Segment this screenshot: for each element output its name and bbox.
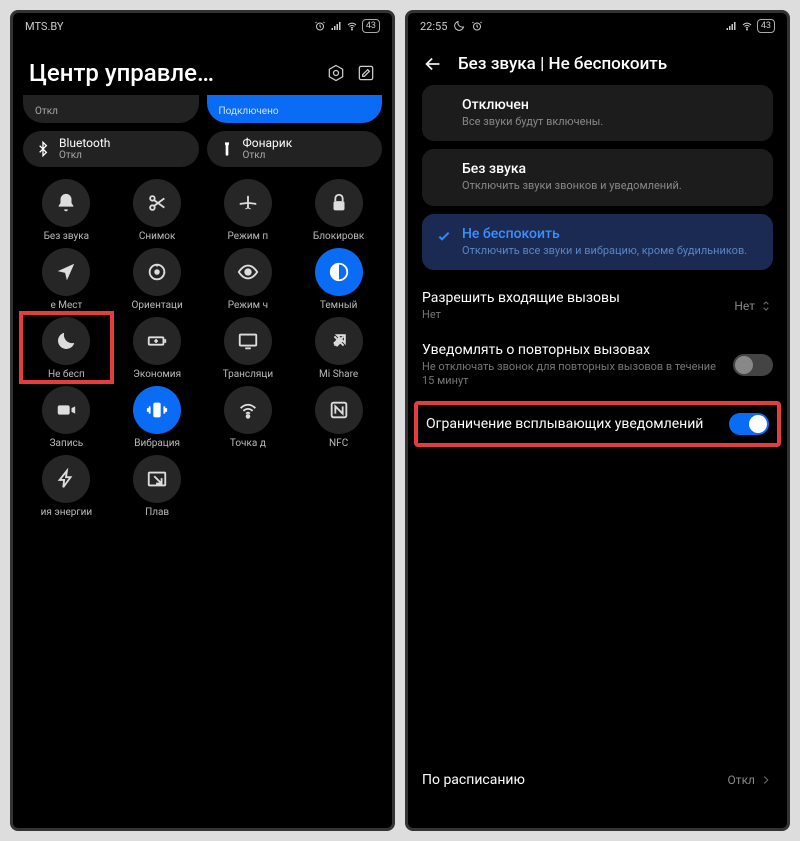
toggle-bell[interactable]: Без звука: [23, 179, 110, 242]
control-center-header: Центр управле…: [13, 39, 392, 95]
toggle-rotation[interactable]: Ориентаци: [114, 248, 201, 311]
toggle-label: Ориентаци: [132, 300, 183, 311]
edit-icon[interactable]: [356, 63, 376, 83]
dnd-mode-options: Отключен Все звуки будут включены. Без з…: [408, 85, 787, 280]
toggle-vibrate[interactable]: Вибрация: [114, 386, 201, 449]
airplane-icon: [224, 179, 272, 227]
toggle-label: ия энергии: [41, 507, 93, 518]
toggle-airplane[interactable]: Режим п: [205, 179, 292, 242]
wifi-icon: [741, 20, 753, 32]
toggle-grid: Без звука Снимок Режим п Блокировк е Мест Ори…: [23, 179, 382, 518]
toggle-label: Режим п: [228, 231, 269, 242]
toggle-label: Вибрация: [134, 438, 180, 449]
toggle-record[interactable]: Запись: [23, 386, 110, 449]
toggle-nfc[interactable]: NFC: [295, 386, 382, 449]
battery-level: 43: [362, 19, 380, 33]
status-bar: 22:55 43: [408, 13, 787, 39]
setting-repeat-calls[interactable]: Уведомлять о повторных вызовах Не отключ…: [422, 342, 773, 389]
tile-flashlight[interactable]: Фонарик Откл: [207, 131, 383, 167]
toggle-label: Блокировк: [313, 231, 364, 242]
setting-schedule[interactable]: По расписанию Откл: [422, 772, 773, 818]
page-header: Без звука | Не беспокоить: [408, 39, 787, 85]
moon-icon: [42, 317, 90, 365]
chevron-right-icon: [759, 773, 773, 787]
toggle-label: Темный: [320, 300, 358, 311]
signal-icon: [330, 20, 342, 32]
status-bar: MTS.BY 43: [13, 13, 392, 39]
toggle-label: Снимок: [139, 231, 176, 242]
vibrate-icon: [133, 386, 181, 434]
toggle-label: е Мест: [50, 300, 82, 311]
toggle-pip[interactable]: Плав: [114, 455, 201, 518]
chevron-updown-icon: [759, 299, 773, 313]
page-title: Без звука | Не беспокоить: [458, 54, 667, 74]
toggle-cast[interactable]: Трансляци: [205, 317, 292, 380]
setting-popup-limit[interactable]: Ограничение всплывающих уведомлений: [414, 401, 781, 447]
dnd-settings-list: Разрешить входящие вызовы Нет Нет Уведом…: [408, 280, 787, 828]
toggle-label: Запись: [50, 438, 84, 449]
settings-icon[interactable]: [326, 63, 346, 83]
carrier-label: MTS.BY: [25, 20, 64, 33]
toggle-share[interactable]: Mi Share: [295, 317, 382, 380]
tile-bluetooth[interactable]: Bluetooth Откл: [23, 131, 199, 167]
tile-partial-left[interactable]: Откл: [23, 95, 199, 123]
moon-status-icon: [453, 20, 465, 32]
toggle-battery-save[interactable]: Экономия: [114, 317, 201, 380]
toggle-label: Экономия: [133, 369, 181, 380]
toggle-label: Трансляци: [223, 369, 273, 380]
toggle-hotspot[interactable]: Точка д: [205, 386, 292, 449]
flashlight-icon: [219, 141, 235, 157]
nfc-icon: [315, 386, 363, 434]
toggle-location[interactable]: е Мест: [23, 248, 110, 311]
check-icon: [436, 228, 452, 244]
option-off[interactable]: Отключен Все звуки будут включены.: [422, 85, 773, 141]
clock: 22:55: [420, 20, 447, 33]
battery-save-icon: [133, 317, 181, 365]
alarm-icon: [314, 20, 326, 32]
toggle-label: Не бесп: [48, 369, 85, 380]
record-icon: [42, 386, 90, 434]
battery-level: 43: [757, 19, 775, 33]
toggle-label: Плав: [145, 507, 169, 518]
option-dnd[interactable]: Не беспокоить Отключить все звуки и вибр…: [422, 214, 773, 270]
lock-icon: [315, 179, 363, 227]
alarm-icon: [471, 20, 483, 32]
scissors-icon: [133, 179, 181, 227]
rotation-icon: [133, 248, 181, 296]
hotspot-icon: [224, 386, 272, 434]
option-silent[interactable]: Без звука Отключить звуки звонков и увед…: [422, 149, 773, 205]
wifi-icon: [346, 20, 358, 32]
bolt-icon: [42, 455, 90, 503]
toggle-lock[interactable]: Блокировк: [295, 179, 382, 242]
toggle-darkmode[interactable]: Темный: [295, 248, 382, 311]
darkmode-icon: [315, 248, 363, 296]
toggle-label: Режим ч: [228, 300, 268, 311]
switch-popup-limit[interactable]: [729, 413, 769, 435]
toggle-bolt[interactable]: ия энергии: [23, 455, 110, 518]
bluetooth-icon: [35, 141, 51, 157]
back-icon[interactable]: [422, 53, 444, 75]
pip-icon: [133, 455, 181, 503]
page-title: Центр управле…: [29, 59, 318, 87]
toggle-label: NFC: [329, 438, 348, 449]
switch-repeat-calls[interactable]: [733, 354, 773, 376]
toggle-scissors[interactable]: Снимок: [114, 179, 201, 242]
setting-incoming-calls[interactable]: Разрешить входящие вызовы Нет Нет: [422, 290, 773, 322]
share-icon: [315, 317, 363, 365]
location-icon: [42, 248, 90, 296]
eye-icon: [224, 248, 272, 296]
signal-icon: [725, 20, 737, 32]
phone-control-center: MTS.BY 43 Центр управле… Откл Подключено: [10, 10, 395, 831]
bell-icon: [42, 179, 90, 227]
toggle-label: Без звука: [44, 231, 89, 242]
cast-icon: [224, 317, 272, 365]
toggle-label: Точка д: [230, 438, 266, 449]
toggle-eye[interactable]: Режим ч: [205, 248, 292, 311]
tile-partial-right[interactable]: Подключено: [207, 95, 383, 123]
control-center-body: Откл Подключено Bluetooth Откл Фонарик О…: [13, 95, 392, 828]
toggle-moon[interactable]: Не бесп: [23, 317, 110, 380]
phone-dnd-settings: 22:55 43 Без звука | Не беспокоить Отклю…: [405, 10, 790, 831]
toggle-label: Mi Share: [319, 369, 358, 380]
